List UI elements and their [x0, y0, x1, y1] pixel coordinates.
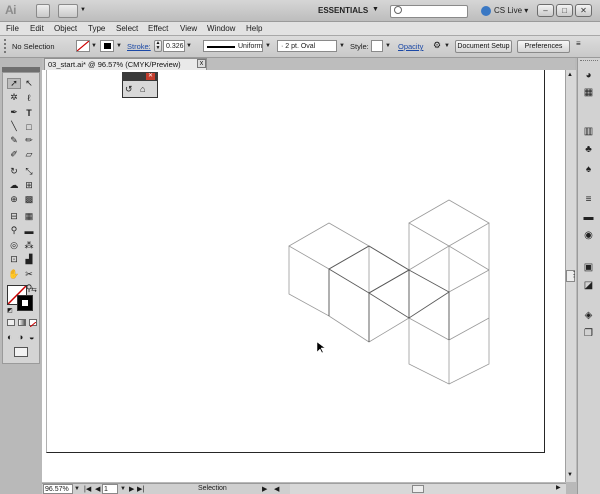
- stroke-panel-icon[interactable]: ≡: [582, 194, 595, 205]
- gradient-panel-icon[interactable]: ▬: [582, 212, 595, 223]
- zoom-field[interactable]: 96.57%: [43, 484, 73, 494]
- color-panel-icon[interactable]: ◕: [582, 70, 595, 81]
- rotate-tool-icon[interactable]: ↻: [7, 166, 21, 177]
- zoom-dropdown-icon[interactable]: ▼: [74, 486, 80, 492]
- eyedropper-tool-icon[interactable]: ⚲: [7, 225, 21, 236]
- dock-collapse-icon[interactable]: ⋮: [570, 270, 578, 279]
- scroll-right-icon[interactable]: ▶: [556, 484, 561, 491]
- slice-tool-icon[interactable]: ✂: [22, 269, 36, 280]
- color-guide-icon[interactable]: ▦: [582, 87, 595, 98]
- draw-inside-icon[interactable]: ◒: [29, 332, 34, 342]
- warp-tool-icon[interactable]: ☁: [7, 180, 21, 191]
- free-transform-tool-icon[interactable]: ⊞: [22, 180, 36, 191]
- none-mode-icon[interactable]: [29, 319, 37, 328]
- selection-tool-icon[interactable]: ➚: [7, 78, 21, 89]
- artboard-dropdown-icon[interactable]: ▼: [120, 486, 126, 492]
- previous-artboard-icon[interactable]: ◀: [95, 485, 100, 493]
- mouse-pointer-icon: [317, 342, 325, 354]
- artboard-number-field[interactable]: 1: [102, 484, 118, 494]
- stroke-swatch-inner: [22, 300, 28, 306]
- close-icon[interactable]: ✕: [146, 73, 155, 80]
- perspective-icon[interactable]: ⌂: [140, 84, 145, 94]
- line-tool-icon[interactable]: ╲: [7, 121, 21, 132]
- rotate-view-icon[interactable]: ↺: [125, 84, 133, 95]
- symbol-sprayer-tool-icon[interactable]: ⁂: [22, 240, 36, 251]
- magic-wand-tool-icon[interactable]: ✲: [7, 92, 21, 103]
- appearance-panel-icon[interactable]: ▣: [582, 262, 595, 273]
- first-artboard-icon[interactable]: |◀: [84, 485, 91, 493]
- layers-panel-icon[interactable]: ◈: [582, 310, 595, 321]
- color-mode-icon[interactable]: [7, 319, 15, 326]
- type-tool-icon[interactable]: T: [22, 107, 36, 118]
- hand-tool-icon[interactable]: ✋: [7, 269, 21, 280]
- eraser-tool-icon[interactable]: ▱: [22, 149, 36, 160]
- last-artboard-icon[interactable]: ▶|: [137, 485, 144, 493]
- gradient-mode-icon[interactable]: [18, 319, 26, 326]
- isometric-cubes-artwork[interactable]: [0, 0, 600, 494]
- stroke-color-swatch[interactable]: [17, 295, 33, 311]
- status-tool-label: Selection: [198, 485, 227, 492]
- blob-brush-tool-icon[interactable]: ✐: [7, 149, 21, 160]
- live-paint-tool-icon[interactable]: ▩: [22, 194, 36, 205]
- paintbrush-tool-icon[interactable]: ✎: [7, 135, 21, 146]
- horizontal-scroll-thumb[interactable]: [412, 485, 424, 493]
- draw-normal-icon[interactable]: ◐: [7, 332, 12, 342]
- scale-tool-icon[interactable]: ⤡: [22, 166, 36, 177]
- scroll-up-icon[interactable]: ▲: [567, 72, 573, 78]
- transparency-panel-icon[interactable]: ◉: [582, 230, 595, 241]
- artboard-tool-icon[interactable]: ⊡: [7, 254, 21, 265]
- column-graph-tool-icon[interactable]: ▟: [22, 254, 36, 265]
- tools-panel: ➚ ↖ ✲ ℓ ✒ T ╲ □ ✎ ✏ ✐ ▱ ↻ ⤡ ☁ ⊞ ⊕ ▩ ⊟ ▦ …: [2, 72, 40, 364]
- draw-behind-icon[interactable]: ◑: [18, 332, 23, 342]
- panel-dock: [577, 58, 600, 494]
- scroll-down-icon[interactable]: ▼: [567, 472, 573, 478]
- lasso-tool-icon[interactable]: ℓ: [22, 92, 36, 103]
- perspective-grid-tool-icon[interactable]: ⊟: [7, 211, 21, 222]
- next-artboard-icon[interactable]: ▶: [129, 485, 134, 493]
- horizontal-scrollbar[interactable]: [290, 483, 566, 494]
- swap-fill-stroke-icon[interactable]: ⇆: [31, 286, 37, 294]
- dock-grip[interactable]: [580, 60, 598, 63]
- default-colors-icon[interactable]: ◩: [7, 307, 13, 314]
- mesh-tool-icon[interactable]: ▦: [22, 211, 36, 222]
- shape-builder-tool-icon[interactable]: ⊕: [7, 194, 21, 205]
- direct-selection-tool-icon[interactable]: ↖: [22, 78, 36, 89]
- pencil-tool-icon[interactable]: ✏: [22, 135, 36, 146]
- brushes-icon[interactable]: ♣: [582, 144, 595, 155]
- none-mode-slash-icon: [29, 321, 37, 328]
- rectangle-tool-icon[interactable]: □: [22, 121, 36, 132]
- artboards-panel-icon[interactable]: ❐: [582, 328, 595, 339]
- gradient-tool-icon[interactable]: ▬: [22, 225, 36, 236]
- screen-mode-icon[interactable]: [14, 347, 28, 357]
- pen-tool-icon[interactable]: ✒: [7, 107, 21, 118]
- symbols-icon[interactable]: ♠: [582, 164, 595, 175]
- blend-tool-icon[interactable]: ◎: [7, 240, 21, 251]
- swatches-icon[interactable]: ▥: [582, 126, 595, 137]
- status-menu-icon[interactable]: ▶: [262, 485, 267, 493]
- graphic-styles-icon[interactable]: ◪: [582, 280, 595, 291]
- scroll-left-icon[interactable]: ◀: [274, 485, 279, 493]
